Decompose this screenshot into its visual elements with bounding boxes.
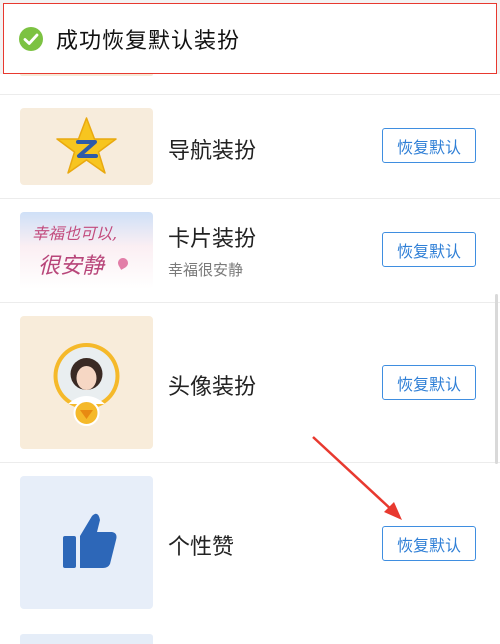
thumbs-up-icon [63,513,117,568]
card-art-thumbnail: 幸福也可以, 很安静 [20,212,153,289]
list-item-avatar-decoration: 头像装扮 恢复默认 [0,302,500,462]
check-circle-icon [19,26,43,51]
restore-default-button[interactable]: 恢复默认 [382,232,476,267]
decoration-list: 导航装扮 恢复默认 幸福也可以, 很安静 卡片装扮 幸福很安静 恢复默认 头像装… [0,68,500,644]
item-title: 头像装扮 [168,375,257,400]
list-item-nav-decoration: 导航装扮 恢复默认 [0,94,500,198]
restore-default-button[interactable]: 恢复默认 [382,128,476,163]
nav-decoration-thumbnail [20,108,153,185]
next-item-thumbnail [20,634,153,644]
avatar-decoration-thumbnail [20,316,153,449]
card-thumb-text-2: 很安静 [38,254,105,279]
decorative-heart-icon [116,256,130,270]
restore-default-button[interactable]: 恢复默认 [382,365,476,400]
like-decoration-thumbnail [20,476,153,609]
list-item-card-decoration: 幸福也可以, 很安静 卡片装扮 幸福很安静 恢复默认 [0,198,500,302]
toast-message: 成功恢复默认装扮 [56,28,241,54]
list-item-like-decoration: 个性赞 恢复默认 [0,462,500,632]
avatar-with-badge-icon [53,343,120,426]
scrollbar[interactable] [495,294,498,464]
card-thumb-text-1: 幸福也可以, [32,224,118,243]
item-title: 导航装扮 [168,139,257,164]
success-toast: 成功恢复默认装扮 [3,3,497,74]
restore-default-button[interactable]: 恢复默认 [382,526,476,561]
item-title: 个性赞 [168,535,235,560]
item-subtitle: 幸福很安静 [168,261,244,279]
item-title: 卡片装扮 [168,227,257,252]
qq-star-z-icon [56,117,117,174]
